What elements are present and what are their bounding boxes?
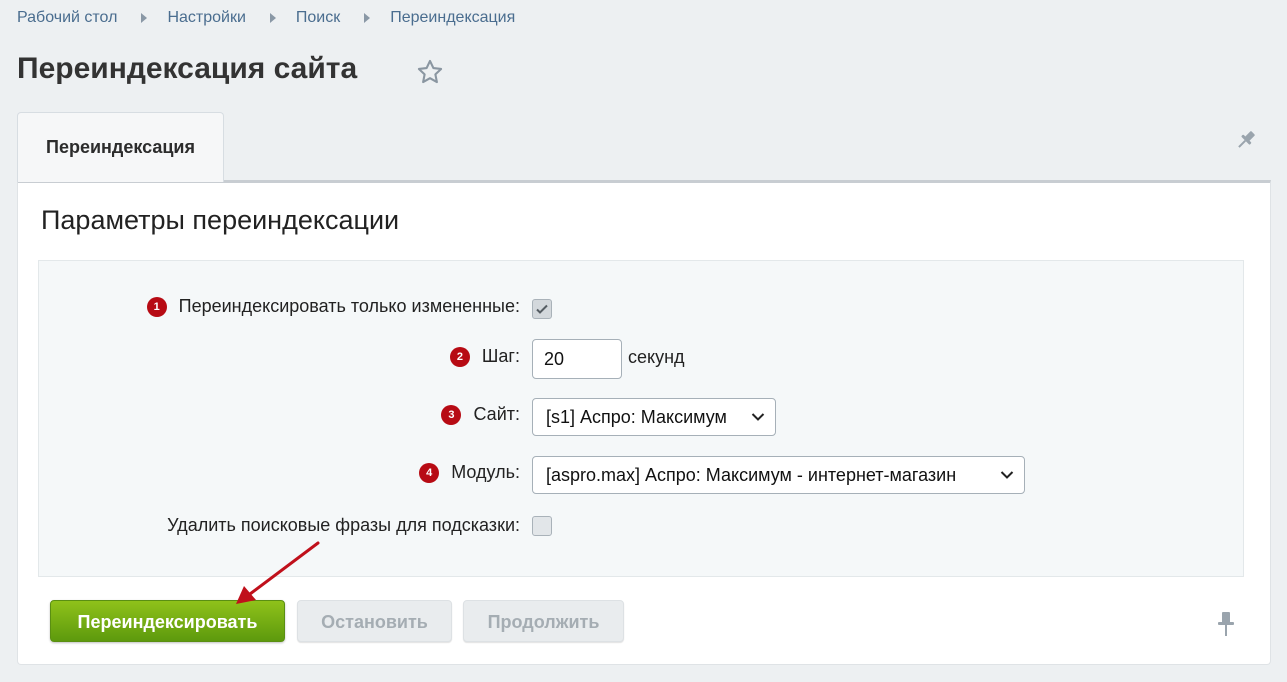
delete-phrases-label: Удалить поисковые фразы для подсказки:	[167, 515, 520, 535]
favorite-star-icon[interactable]	[416, 58, 444, 91]
chevron-down-icon	[1000, 471, 1014, 479]
step-badge-3: 3	[441, 405, 462, 425]
page-title: Переиндексация сайта	[17, 52, 358, 85]
tab-reindex[interactable]: Переиндексация	[17, 112, 224, 182]
changed-only-checkbox[interactable]	[532, 299, 552, 319]
module-select[interactable]: [aspro.max] Аспро: Максимум - интернет-м…	[532, 456, 1025, 494]
pin-icon[interactable]	[1234, 128, 1258, 157]
site-select[interactable]: [s1] Аспро: Максимум	[532, 398, 776, 436]
step-label: 2 Шаг:	[449, 346, 520, 367]
breadcrumb: Рабочий стол Настройки Поиск Переиндекса…	[17, 9, 515, 27]
continue-button[interactable]: Продолжить	[463, 600, 624, 642]
site-row: 3 Сайт:	[39, 402, 520, 432]
breadcrumb-separator-icon	[364, 13, 371, 23]
module-label: 4 Модуль:	[419, 462, 520, 483]
chevron-down-icon	[751, 413, 765, 421]
breadcrumb-item-reindex[interactable]: Переиндексация	[390, 9, 515, 27]
breadcrumb-separator-icon	[141, 13, 148, 23]
step-unit: секунд	[628, 347, 685, 367]
breadcrumb-item-settings[interactable]: Настройки	[167, 9, 245, 27]
site-label: 3 Сайт:	[441, 404, 520, 425]
site-select-value: [s1] Аспро: Максимум	[546, 407, 727, 427]
delete-phrases-row: Удалить поисковые фразы для подсказки:	[39, 513, 520, 543]
breadcrumb-separator-icon	[269, 13, 276, 23]
reindex-panel: Параметры переиндексации 1 Переиндексиров…	[17, 180, 1271, 665]
section-title: Параметры переиндексации	[41, 205, 400, 235]
step-row: 2 Шаг:	[39, 344, 520, 374]
pin-icon[interactable]	[1216, 611, 1236, 642]
breadcrumb-item-desktop[interactable]: Рабочий стол	[17, 9, 117, 27]
reindex-button[interactable]: Переиндексировать	[50, 600, 285, 642]
reindex-form: 1 Переиндексировать только измененные: 2Ш…	[38, 260, 1244, 577]
changed-only-row: 1 Переиндексировать только измененные:	[39, 294, 520, 324]
step-input[interactable]: 20	[532, 339, 622, 379]
module-select-value: [aspro.max] Аспро: Максимум - интернет-м…	[546, 465, 957, 485]
step-badge-4: 4	[419, 463, 440, 483]
stop-button[interactable]: Остановить	[297, 600, 452, 642]
step-badge-2: 2	[449, 347, 470, 367]
step-badge-1: 1	[146, 297, 167, 317]
changed-only-label: 1 Переиндексировать только измененные:	[146, 296, 520, 317]
breadcrumb-item-search[interactable]: Поиск	[296, 9, 340, 27]
module-row: 4 Модуль:	[39, 460, 520, 490]
delete-phrases-checkbox[interactable]	[532, 516, 552, 536]
